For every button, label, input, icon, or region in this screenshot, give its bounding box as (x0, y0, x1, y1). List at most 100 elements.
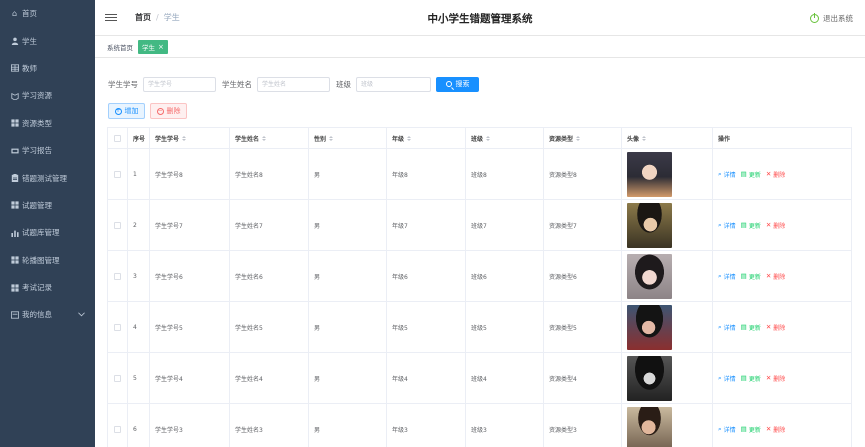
tag-label: 学生 (142, 43, 155, 52)
update-button[interactable]: ▤ 更新 (741, 170, 761, 179)
class-input[interactable] (356, 76, 431, 92)
delete-button[interactable]: ✕ 删除 (766, 425, 785, 434)
sidebar-item-wrong-question-tests[interactable]: 错题测试管理 (0, 164, 95, 191)
detail-button[interactable]: ⌕ 详情 (718, 323, 736, 332)
cell-student-name: 学生姓名3 (230, 404, 309, 447)
detail-button[interactable]: ⌕ 详情 (718, 221, 736, 230)
sidebar-item-my-info[interactable]: 我的信息 (0, 301, 95, 328)
sort-icon[interactable] (407, 135, 412, 141)
tags-view: 系统首页 学生 × (95, 36, 865, 58)
breadcrumb-home[interactable]: 首页 (135, 12, 151, 23)
cell-student-name: 学生姓名6 (230, 251, 309, 301)
sort-icon[interactable] (486, 135, 491, 141)
detail-button[interactable]: ⌕ 详情 (718, 170, 736, 179)
table-row: 5 学生学号4 学生姓名4 男 年级4 班级4 资源类型4 ⌕ 详情 ▤ 更新 ✕ 删… (108, 353, 852, 404)
delete-button[interactable]: ✕ 删除 (766, 272, 785, 281)
cell-resource-type: 资源类型6 (544, 251, 622, 301)
row-checkbox[interactable] (114, 170, 121, 178)
cell-student-id: 学生学号4 (150, 353, 230, 403)
student-name-input[interactable] (257, 76, 330, 92)
user-icon (10, 37, 19, 46)
sort-icon[interactable] (329, 135, 334, 141)
sidebar-item-carousel[interactable]: 轮播图管理 (0, 247, 95, 274)
sidebar-item-students[interactable]: 学生 (0, 27, 95, 54)
row-checkbox[interactable] (114, 374, 121, 382)
tag-home[interactable]: 系统首页 (107, 42, 133, 52)
bar-chart-icon (10, 228, 19, 237)
cell-index: 5 (128, 353, 150, 403)
header-class[interactable]: 班级 (466, 128, 544, 148)
close-icon[interactable]: × (158, 43, 164, 51)
header-student-id[interactable]: 学生学号 (150, 128, 230, 148)
tag-students[interactable]: 学生 × (138, 39, 168, 54)
cell-grade: 年级8 (387, 149, 466, 199)
detail-button[interactable]: ⌕ 详情 (718, 425, 736, 434)
search-button[interactable]: 搜索 (436, 76, 479, 92)
update-button[interactable]: ▤ 更新 (741, 425, 761, 434)
row-checkbox[interactable] (114, 272, 121, 280)
power-icon (810, 13, 819, 23)
update-button[interactable]: ▤ 更新 (741, 221, 761, 230)
header-gender[interactable]: 性别 (309, 128, 387, 148)
action-buttons: + 增加 − 删除 (108, 103, 187, 119)
header-grade[interactable]: 年级 (387, 128, 466, 148)
header-resource-type[interactable]: 资源类型 (544, 128, 622, 148)
sidebar-item-exam-records[interactable]: 考试记录 (0, 274, 95, 301)
cell-student-name: 学生姓名4 (230, 353, 309, 403)
sidebar-item-teachers[interactable]: 教师 (0, 55, 95, 82)
sidebar-item-learning-resources[interactable]: 学习资源 (0, 82, 95, 109)
edit-icon: ▤ (740, 170, 747, 178)
update-button[interactable]: ▤ 更新 (741, 374, 761, 383)
add-button[interactable]: + 增加 (108, 103, 145, 119)
search-form: 学生学号 学生姓名 班级 搜索 (108, 76, 479, 92)
collapse-menu-icon[interactable] (105, 13, 117, 22)
delete-button[interactable]: ✕ 删除 (766, 170, 785, 179)
update-button[interactable]: ▤ 更新 (741, 272, 761, 281)
profile-icon (10, 310, 19, 319)
cell-resource-type: 资源类型3 (544, 404, 622, 447)
header-student-name[interactable]: 学生姓名 (230, 128, 309, 148)
delete-button[interactable]: ✕ 删除 (766, 221, 785, 230)
cell-index: 1 (128, 149, 150, 199)
cell-student-id: 学生学号7 (150, 200, 230, 250)
avatar (627, 304, 672, 350)
delete-button[interactable]: ✕ 删除 (766, 323, 785, 332)
cell-gender: 男 (309, 404, 387, 447)
sidebar-item-label: 错题测试管理 (22, 173, 67, 183)
sidebar-item-resource-types[interactable]: 资源类型 (0, 110, 95, 137)
search-icon: ⌕ (718, 271, 722, 280)
sort-icon[interactable] (642, 135, 647, 141)
sidebar-item-label: 试题管理 (22, 200, 52, 210)
sort-icon[interactable] (182, 135, 187, 141)
sidebar-item-home[interactable]: ⌂ 首页 (0, 0, 95, 27)
update-button[interactable]: ▤ 更新 (741, 323, 761, 332)
cell-class: 班级3 (466, 404, 544, 447)
detail-button[interactable]: ⌕ 详情 (718, 374, 736, 383)
row-checkbox[interactable] (114, 425, 121, 433)
resource-icon (10, 91, 19, 100)
sidebar-item-question-management[interactable]: 试题管理 (0, 192, 95, 219)
sidebar-item-learning-report[interactable]: 学习报告 (0, 137, 95, 164)
select-all-checkbox[interactable] (114, 134, 121, 142)
cell-grade: 年级5 (387, 302, 466, 352)
sidebar-item-question-bank[interactable]: 试题库管理 (0, 219, 95, 246)
students-table: 序号 学生学号 学生姓名 性别 年级 班级 资源类型 头像 操作 1 学生学号8… (107, 127, 852, 447)
detail-button[interactable]: ⌕ 详情 (718, 272, 736, 281)
grid-icon (10, 64, 19, 73)
header-avatar[interactable]: 头像 (622, 128, 713, 148)
row-checkbox[interactable] (114, 323, 121, 331)
sort-icon[interactable] (262, 135, 267, 141)
cell-grade: 年级4 (387, 353, 466, 403)
logout-button[interactable]: 退出系统 (810, 13, 853, 24)
batch-delete-button[interactable]: − 删除 (150, 103, 187, 119)
student-id-input[interactable] (143, 76, 216, 92)
apps-icon (10, 201, 19, 210)
breadcrumb-separator: / (156, 13, 159, 22)
avatar (627, 355, 672, 401)
cell-class: 班级7 (466, 200, 544, 250)
sort-icon[interactable] (576, 135, 581, 141)
row-checkbox[interactable] (114, 221, 121, 229)
close-icon: ✕ (765, 221, 772, 229)
search-icon (445, 81, 452, 87)
delete-button[interactable]: ✕ 删除 (766, 374, 785, 383)
